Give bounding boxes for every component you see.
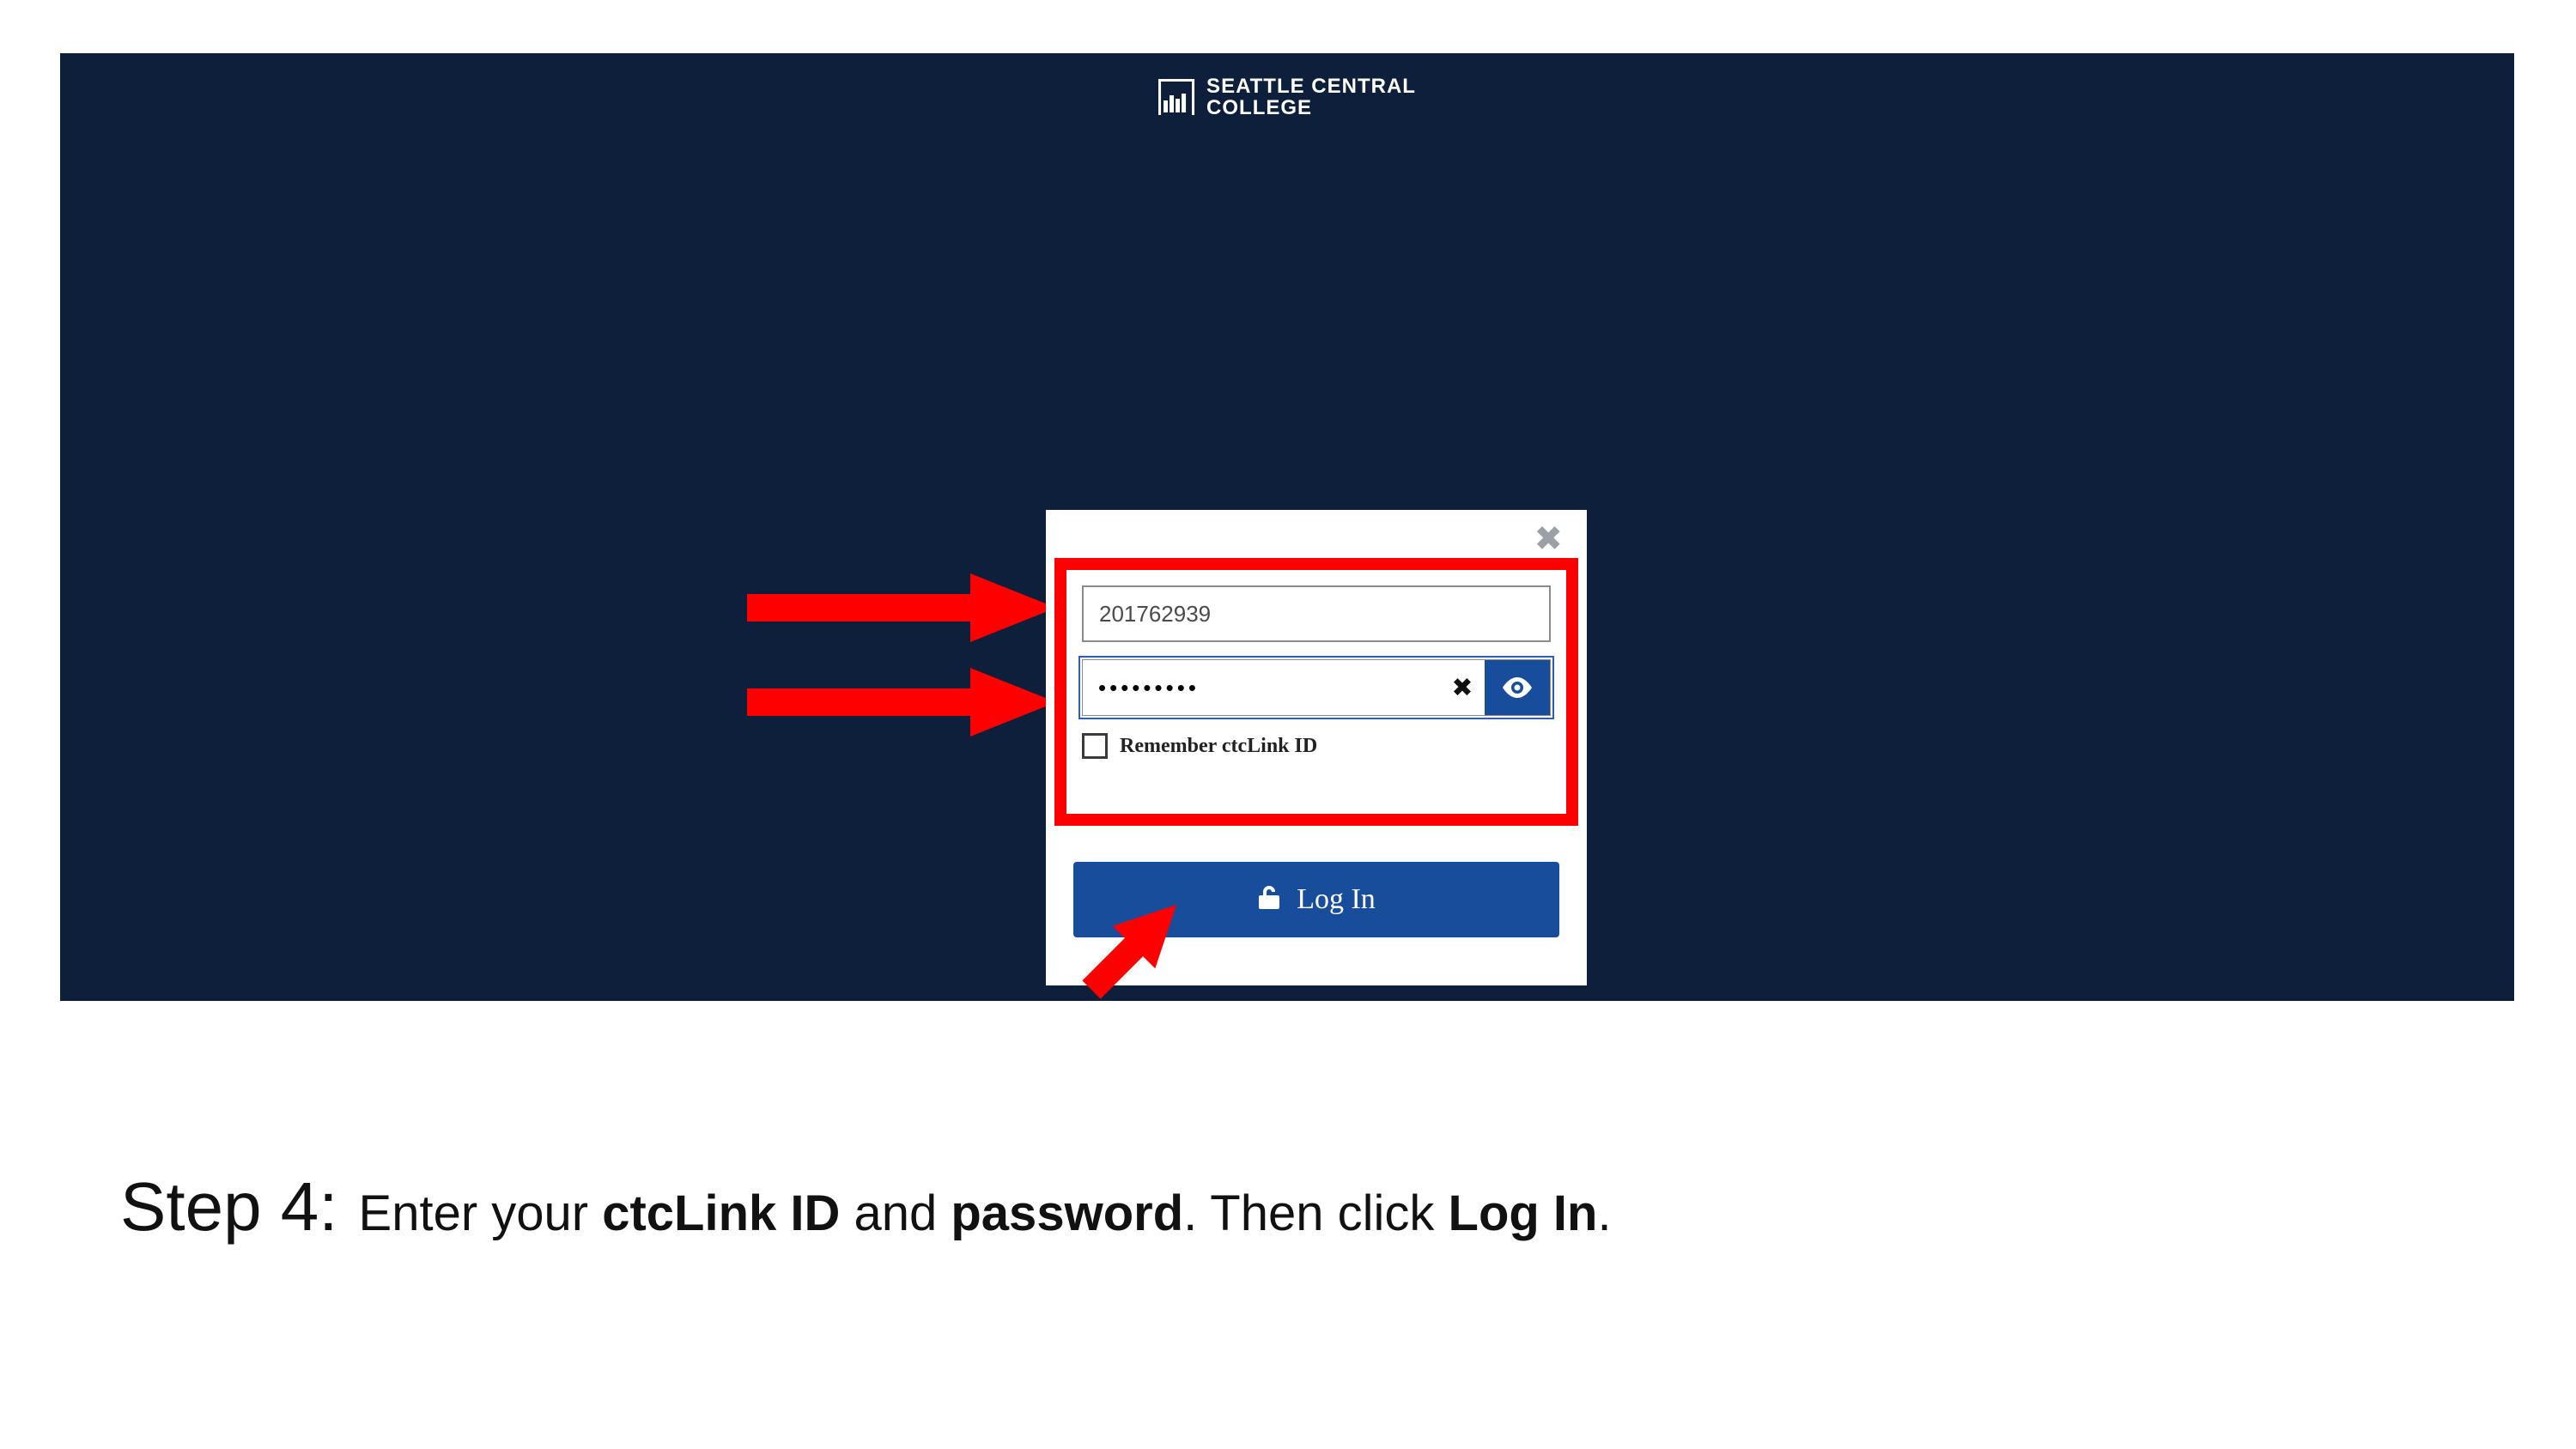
remember-checkbox[interactable] [1082,733,1108,759]
red-arrow-to-id [747,573,1056,642]
instruction-text: Enter your ctcLink ID and password. Then… [359,1185,1612,1242]
login-card: ✖ ✖ Remember ctcLink ID [1046,510,1587,985]
brand-header: SEATTLE CENTRAL COLLEGE [1158,76,1416,118]
show-password-icon[interactable] [1485,660,1550,715]
brand-text: SEATTLE CENTRAL COLLEGE [1206,76,1416,118]
close-icon[interactable]: ✖ [1534,522,1563,556]
step-label: Step 4: [120,1167,338,1246]
red-arrow-to-password [747,668,1056,737]
remember-label: Remember ctcLink ID [1120,735,1317,758]
ctclink-id-input[interactable] [1082,585,1551,642]
brand-line1: SEATTLE CENTRAL [1206,76,1416,97]
remember-row: Remember ctcLink ID [1082,733,1551,759]
highlight-box: ✖ Remember ctcLink ID [1054,558,1578,826]
clear-password-icon[interactable]: ✖ [1440,660,1485,715]
password-field-wrap: ✖ [1082,659,1551,716]
red-arrow-to-login [1066,886,1195,1015]
login-button-label: Log In [1297,883,1376,916]
brand-line2: COLLEGE [1206,97,1416,118]
app-screenshot: SEATTLE CENTRAL COLLEGE ✖ ✖ [60,53,2514,1001]
brand-logo-icon [1158,79,1194,115]
step-instruction: Step 4: Enter your ctcLink ID and passwo… [120,1167,2456,1246]
password-input[interactable] [1083,660,1440,715]
unlock-icon [1257,883,1281,917]
